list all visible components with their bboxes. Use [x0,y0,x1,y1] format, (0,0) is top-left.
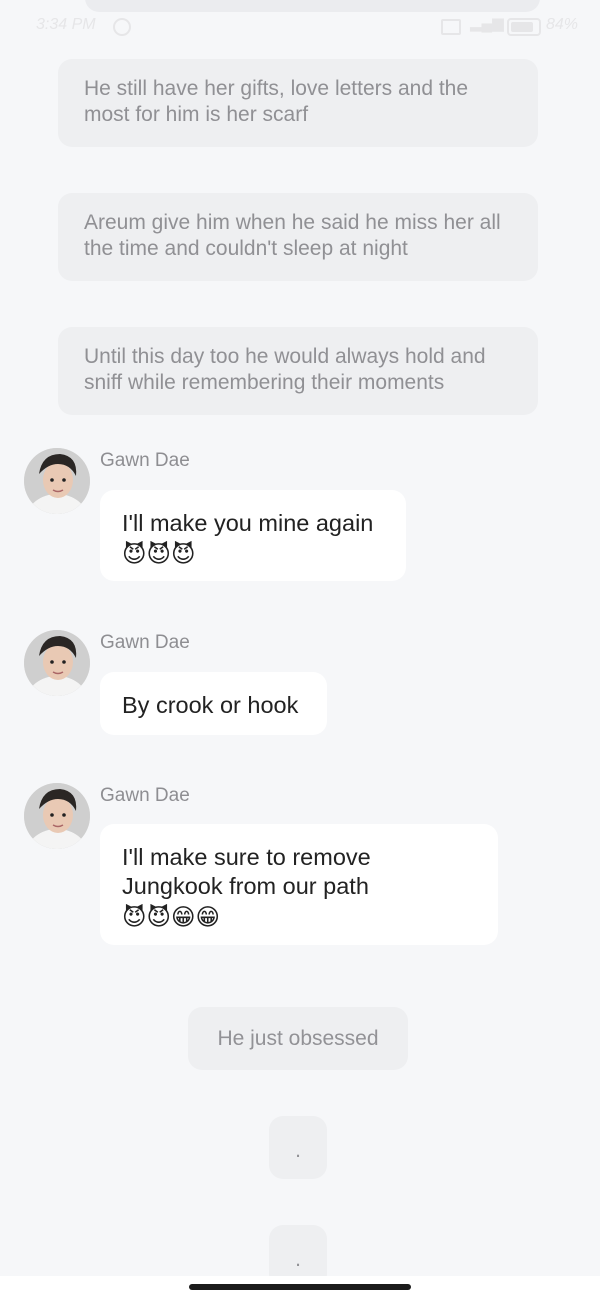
message-text: By crook or hook [122,692,299,718]
narration-text: He still have her gifts, love letters an… [84,77,469,126]
center-note[interactable]: He just obsessed [188,1007,408,1070]
message-text: I'll make you mine again [122,510,374,536]
status-time: 3:34 PM [36,16,96,33]
previous-message-bubble [85,0,540,12]
battery-percentage: 84% [546,16,579,33]
signal-icon: ▂▄▆ [470,15,504,32]
message-bubble[interactable]: I'll make you mine again 😈😈😈 [100,490,406,581]
narration-bubble[interactable]: Until this day too he would always hold … [58,327,538,415]
message-emoji: 😈😈😈 [122,541,196,567]
battery-icon [507,18,541,36]
narration-bubble[interactable]: Areum give him when he said he miss her … [58,193,538,281]
narration-text: Until this day too he would always hold … [84,345,486,394]
message-emoji: 😈😈😁😁 [122,904,220,930]
sender-name: Gawn Dae [100,632,190,653]
avatar[interactable] [24,448,90,514]
center-note[interactable]: . [269,1116,327,1179]
alarm-clock-icon [113,18,131,36]
message-bubble[interactable]: By crook or hook [100,672,327,735]
avatar[interactable] [24,630,90,696]
narration-bubble[interactable]: He still have her gifts, love letters an… [58,59,538,147]
avatar[interactable] [24,783,90,849]
message-bubble[interactable]: I'll make sure to remove Jungkook from o… [100,824,498,945]
status-bar: 3:34 PM ▂▄▆ 84% [0,14,600,42]
sender-name: Gawn Dae [100,785,190,806]
narration-text: Areum give him when he said he miss her … [84,211,501,260]
home-indicator[interactable] [189,1284,411,1290]
message-text: I'll make sure to remove Jungkook from o… [122,844,371,899]
sim-card-icon [441,19,461,35]
sender-name: Gawn Dae [100,450,190,471]
